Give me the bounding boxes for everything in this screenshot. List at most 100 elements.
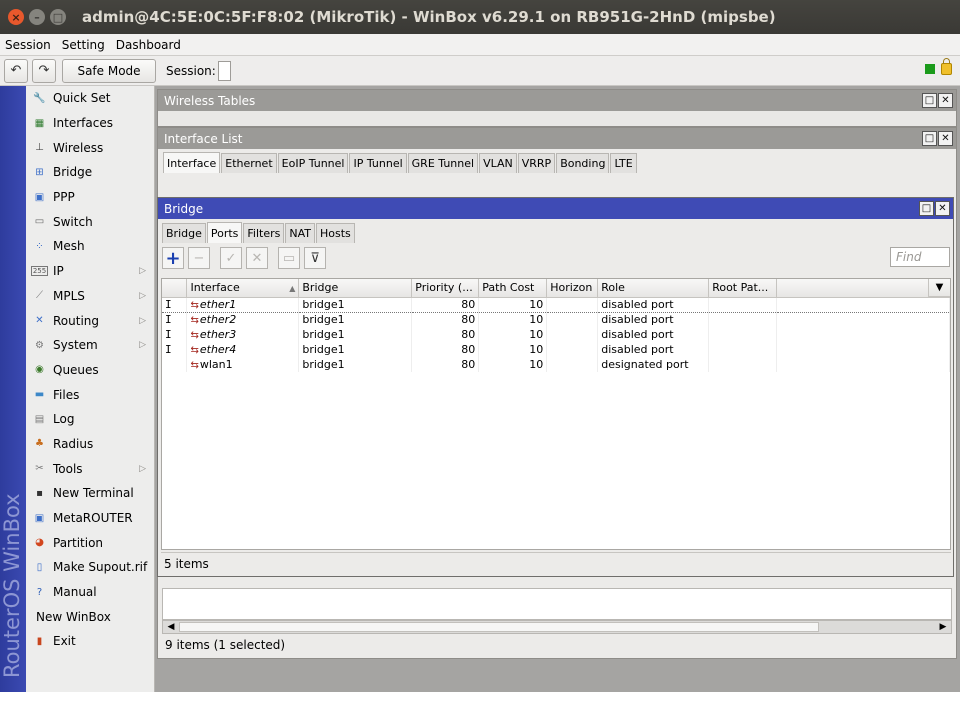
- sidebar-item-log[interactable]: ▤ Log: [26, 407, 154, 432]
- interface-list-titlebar[interactable]: Interface List □ ✕: [158, 128, 956, 149]
- sidebar-item-routing[interactable]: ✕ Routing ▷: [26, 308, 154, 333]
- table-row[interactable]: I ⇆ether2 bridge1 80 10 disabled port: [162, 312, 950, 327]
- sidebar-item-radius[interactable]: ♣ Radius: [26, 432, 154, 457]
- row-path-cost: 10: [478, 357, 548, 372]
- sidebar-item-bridge[interactable]: ⊞ Bridge: [26, 160, 154, 185]
- sidebar-item-exit[interactable]: ▮ Exit: [26, 629, 154, 654]
- table-row[interactable]: I ⇆ether4 bridge1 80 10 disabled port: [162, 342, 950, 357]
- close-window-button[interactable]: ×: [8, 9, 24, 25]
- maximize-window-button[interactable]: □: [922, 131, 937, 146]
- bridge-titlebar[interactable]: Bridge □ ✕: [158, 198, 953, 219]
- sidebar-item-tools[interactable]: ✂ Tools ▷: [26, 456, 154, 481]
- maximize-window-button[interactable]: □: [922, 93, 937, 108]
- row-root-path: [708, 312, 778, 327]
- session-field[interactable]: [217, 60, 231, 81]
- col-role[interactable]: Role: [597, 279, 710, 298]
- table-row[interactable]: I ⇆ether3 bridge1 80 10 disabled port: [162, 327, 950, 342]
- undo-button[interactable]: ↶: [4, 58, 28, 83]
- maximize-window-button[interactable]: □: [50, 9, 66, 25]
- sidebar-item-label: Mesh: [53, 239, 85, 254]
- tab-bonding[interactable]: Bonding: [556, 153, 610, 173]
- remove-button[interactable]: −: [188, 247, 210, 269]
- col-bridge[interactable]: Bridge: [298, 279, 413, 298]
- close-window-button[interactable]: ✕: [935, 201, 950, 216]
- tab-bridge[interactable]: Bridge: [162, 223, 206, 243]
- bridge-window[interactable]: Bridge □ ✕ Bridge Ports Filters NAT Hosts + …: [157, 197, 954, 577]
- scrollbar-thumb[interactable]: [179, 622, 819, 632]
- sidebar-item-files[interactable]: ▬ Files: [26, 382, 154, 407]
- lock-icon: [941, 58, 952, 75]
- sidebar-item-quick-set[interactable]: 🔧 Quick Set: [26, 86, 154, 111]
- sidebar-item-metarouter[interactable]: ▣ MetaROUTER: [26, 506, 154, 531]
- ip-icon: 255: [31, 266, 48, 277]
- tab-nat[interactable]: NAT: [285, 223, 316, 243]
- col-priority[interactable]: Priority (...: [411, 279, 480, 298]
- table-row[interactable]: ⇆wlan1 bridge1 80 10 designated port: [162, 357, 950, 372]
- window-titlebar[interactable]: × – □ admin@4C:5E:0C:5F:F8:02 (MikroTik)…: [0, 0, 960, 34]
- close-window-button[interactable]: ✕: [938, 93, 953, 108]
- sidebar-item-queues[interactable]: ◉ Queues: [26, 358, 154, 383]
- tab-eoip-tunnel[interactable]: EoIP Tunnel: [277, 153, 349, 173]
- tab-ip-tunnel[interactable]: IP Tunnel: [349, 153, 407, 173]
- enable-button[interactable]: ✓: [220, 247, 242, 269]
- horizontal-scrollbar[interactable]: ◀ ▶: [162, 620, 952, 634]
- col-interface[interactable]: Interface ▲: [186, 279, 300, 298]
- row-interface-name: ether3: [199, 328, 237, 341]
- scroll-right-icon[interactable]: ▶: [936, 621, 950, 633]
- tab-ports[interactable]: Ports: [206, 222, 243, 243]
- bridge-ports-grid[interactable]: Interface ▲ Bridge Priority (... Path Cos…: [161, 278, 951, 550]
- row-interface: ⇆ether3: [186, 327, 300, 342]
- tab-hosts[interactable]: Hosts: [316, 223, 355, 243]
- sidebar-item-mpls[interactable]: ⟋ MPLS ▷: [26, 284, 154, 309]
- tab-filters[interactable]: Filters: [243, 223, 285, 243]
- sidebar-item-switch[interactable]: ▭ Switch: [26, 209, 154, 234]
- add-button[interactable]: +: [162, 247, 184, 269]
- row-bridge: bridge1: [298, 296, 413, 313]
- mesh-icon: ⁘: [35, 240, 44, 252]
- disable-button[interactable]: ✕: [246, 247, 268, 269]
- menu-session[interactable]: Session: [0, 38, 57, 52]
- sidebar-item-label: Files: [53, 387, 80, 402]
- tab-interface[interactable]: Interface: [163, 152, 221, 173]
- column-chooser-dropdown[interactable]: ▼: [928, 279, 950, 297]
- scroll-left-icon[interactable]: ◀: [164, 621, 178, 633]
- menu-setting[interactable]: Setting: [57, 38, 111, 52]
- col-path-cost[interactable]: Path Cost: [478, 279, 548, 298]
- tab-vrrp[interactable]: VRRP: [517, 153, 556, 173]
- maximize-window-button[interactable]: □: [919, 201, 934, 216]
- sidebar-item-ip[interactable]: 255 IP ▷: [26, 259, 154, 284]
- sidebar-item-manual[interactable]: ? Manual: [26, 580, 154, 605]
- redo-button[interactable]: ↷: [32, 58, 56, 83]
- col-flags[interactable]: [162, 279, 188, 298]
- interface-list-status: 9 items (1 selected): [165, 638, 286, 652]
- sidebar-item-system[interactable]: ⚙ System ▷: [26, 333, 154, 358]
- sidebar-item-interfaces[interactable]: ▦ Interfaces: [26, 111, 154, 136]
- sidebar-item-mesh[interactable]: ⁘ Mesh: [26, 234, 154, 259]
- wireless-tables-titlebar[interactable]: Wireless Tables □ ✕: [158, 90, 956, 111]
- sidebar-item-new-winbox[interactable]: New WinBox: [26, 604, 154, 629]
- sidebar-item-partition[interactable]: ◕ Partition: [26, 530, 154, 555]
- col-root-path[interactable]: Root Pat...: [708, 279, 778, 298]
- tab-vlan[interactable]: VLAN: [479, 153, 517, 173]
- minimize-window-button[interactable]: –: [29, 9, 45, 25]
- interface-port-icon: ⇆: [190, 345, 199, 356]
- manual-icon: ?: [36, 586, 43, 598]
- tab-gre-tunnel[interactable]: GRE Tunnel: [407, 153, 479, 173]
- menu-dashboard[interactable]: Dashboard: [111, 38, 187, 52]
- interface-list-grid[interactable]: [162, 588, 952, 620]
- sidebar-item-new-terminal[interactable]: ▪ New Terminal: [26, 481, 154, 506]
- col-horizon[interactable]: Horizon: [546, 279, 599, 298]
- sidebar-item-wireless[interactable]: ⊥ Wireless: [26, 135, 154, 160]
- safe-mode-button[interactable]: Safe Mode: [62, 58, 156, 83]
- find-input[interactable]: Find: [890, 247, 950, 267]
- tab-lte[interactable]: LTE: [610, 153, 637, 173]
- sidebar-item-ppp[interactable]: ▣ PPP: [26, 185, 154, 210]
- sidebar-item-make-supout-rif[interactable]: ▯ Make Supout.rif: [26, 555, 154, 580]
- comment-button[interactable]: ▭: [278, 247, 300, 269]
- tab-ethernet[interactable]: Ethernet: [221, 153, 277, 173]
- filter-button[interactable]: ⊽: [304, 247, 326, 269]
- metarouter-icon: ▣: [34, 512, 45, 524]
- close-window-button[interactable]: ✕: [938, 131, 953, 146]
- wireless-tables-window[interactable]: Wireless Tables □ ✕: [157, 89, 957, 127]
- table-row[interactable]: I ⇆ether1 bridge1 80 10 disabled port: [162, 296, 950, 313]
